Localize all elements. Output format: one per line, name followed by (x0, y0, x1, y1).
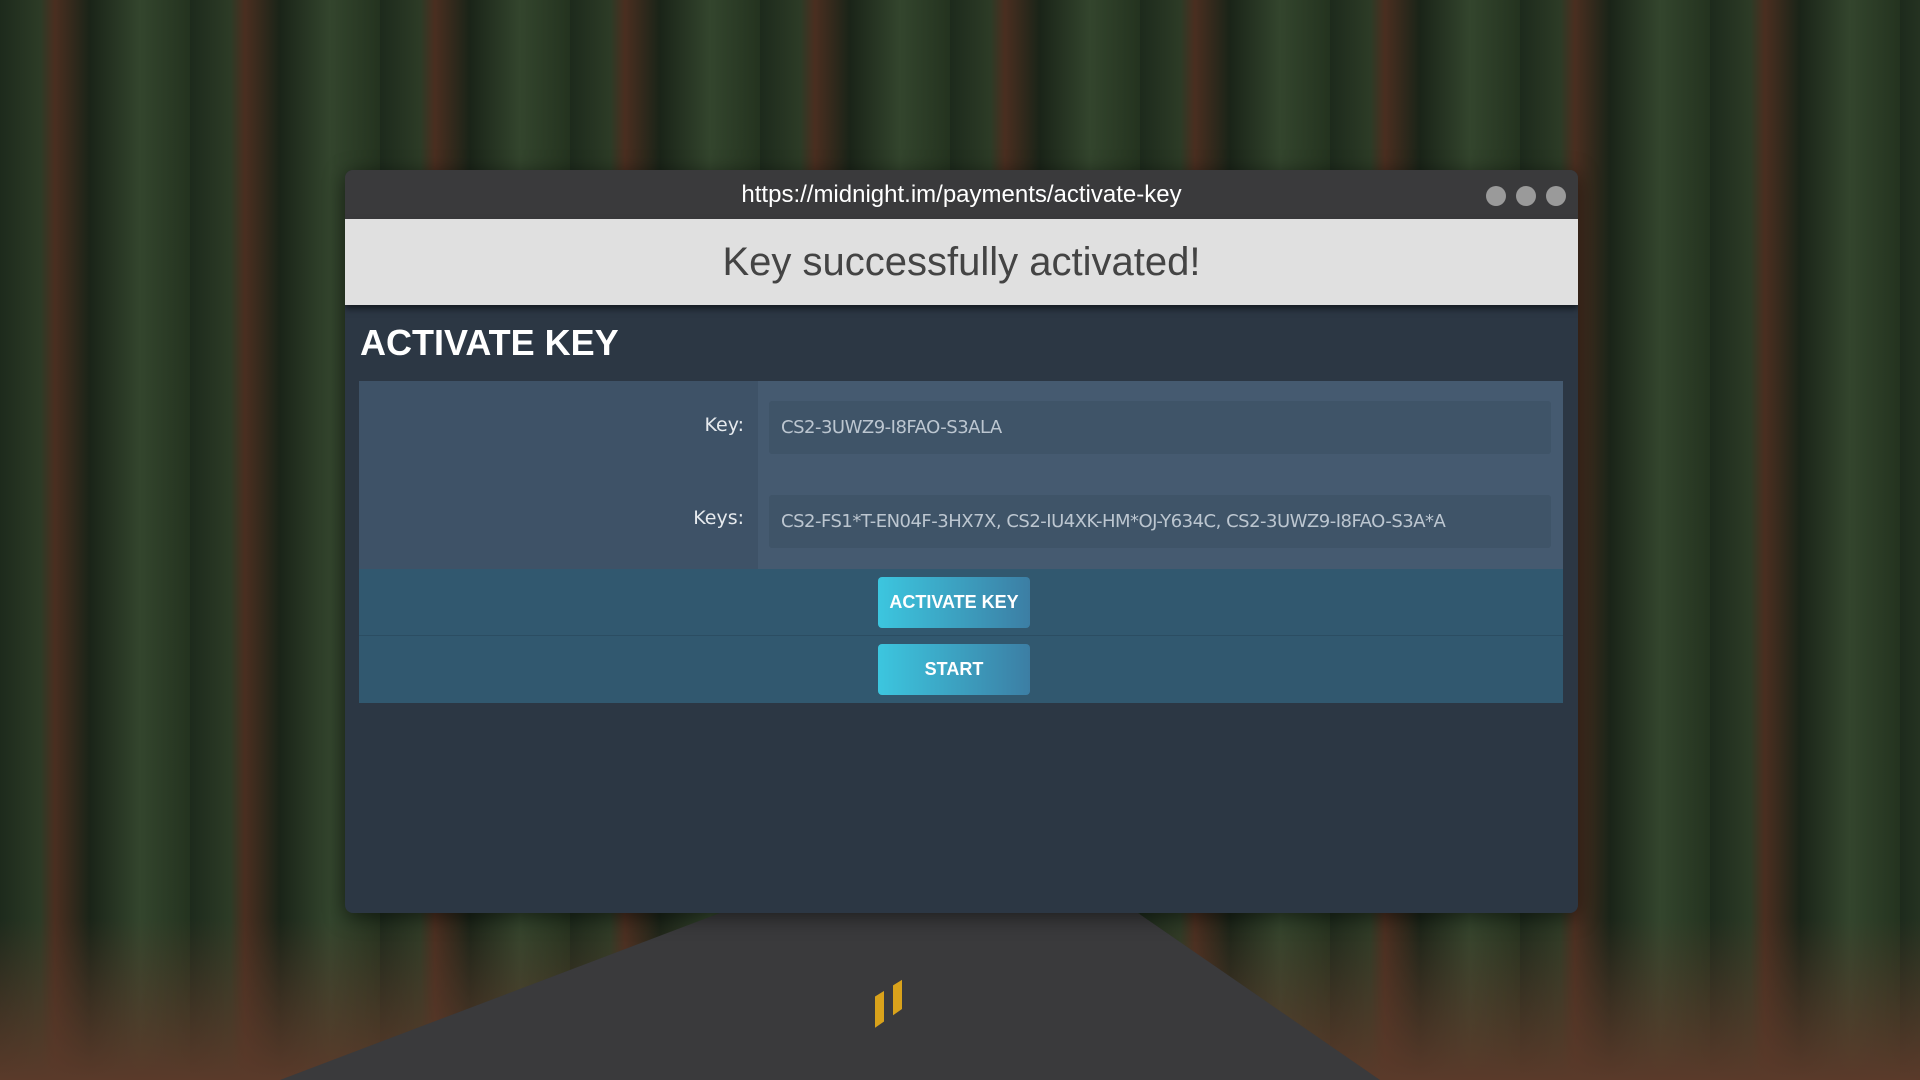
keys-label: Keys: (359, 475, 758, 569)
title-bar: https://midnight.im/payments/activate-ke… (345, 170, 1578, 219)
success-banner: Key successfully activated! (345, 219, 1578, 305)
window-dot-icon[interactable] (1516, 186, 1536, 206)
url-text: https://midnight.im/payments/activate-ke… (741, 181, 1182, 208)
activate-form: Key: CS2-3UWZ9-I8FAO-S3ALA Keys: CS2-FS1… (359, 381, 1563, 703)
key-row: Key: CS2-3UWZ9-I8FAO-S3ALA (359, 381, 1563, 475)
window-dot-icon[interactable] (1546, 186, 1566, 206)
key-label: Key: (359, 381, 758, 475)
activate-button-row: ACTIVATE KEY (359, 569, 1563, 636)
start-button[interactable]: START (878, 644, 1030, 695)
keys-row: Keys: CS2-FS1*T-EN04F-3HX7X, CS2-IU4XK-H… (359, 475, 1563, 569)
page-title: ACTIVATE KEY (360, 322, 619, 363)
window-dot-icon[interactable] (1486, 186, 1506, 206)
window-controls (1486, 186, 1566, 206)
activate-key-button[interactable]: ACTIVATE KEY (878, 577, 1030, 628)
keys-input[interactable]: CS2-FS1*T-EN04F-3HX7X, CS2-IU4XK-HM*OJ-Y… (769, 495, 1551, 548)
browser-window: https://midnight.im/payments/activate-ke… (345, 170, 1578, 913)
start-button-row: START (359, 636, 1563, 703)
key-input[interactable]: CS2-3UWZ9-I8FAO-S3ALA (769, 401, 1551, 454)
